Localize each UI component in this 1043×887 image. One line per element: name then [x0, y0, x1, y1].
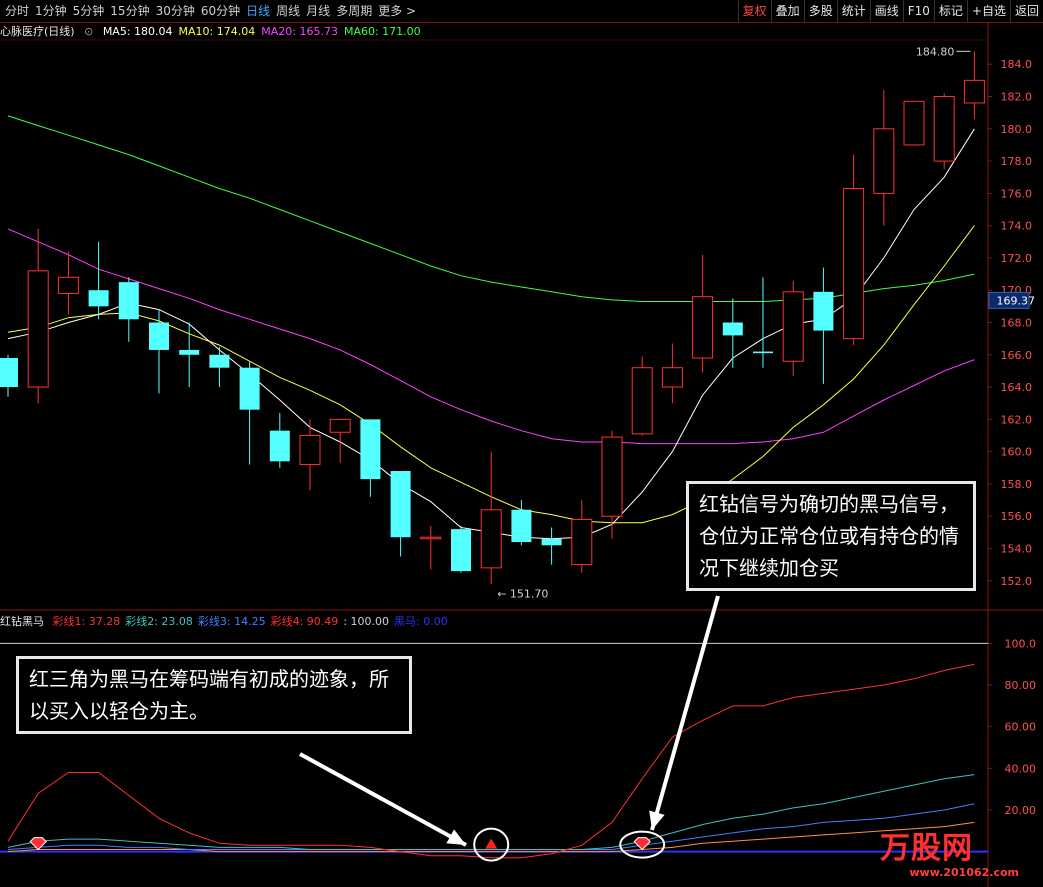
callout-right-text: 红钻信号为确切的黑马信号，仓位为正常仓位或有持仓的情况下继续加仓买 — [699, 492, 959, 580]
candle-body — [692, 296, 714, 359]
ma60-line — [7, 115, 975, 302]
callout-red-triangle: 红三角为黑马在筹码端有初成的迹象，所以买入以轻仓为主。 — [16, 656, 412, 734]
candle-body — [963, 79, 985, 104]
candle-body — [118, 282, 139, 320]
price-tick-label: 172.0 — [1001, 252, 1033, 265]
price-tick-label: 174.0 — [1001, 220, 1033, 233]
callout-red-diamond: 红钻信号为确切的黑马信号，仓位为正常仓位或有持仓的情况下继续加仓买 — [686, 481, 976, 591]
candle-body — [541, 538, 562, 546]
high-price-label: 184.80 — [916, 45, 955, 58]
candle-body — [27, 270, 49, 388]
candle-body — [420, 536, 442, 540]
candle-body — [480, 509, 502, 569]
candle-body — [903, 100, 925, 146]
arrow-to-triangle — [299, 752, 467, 847]
candle-body — [661, 367, 683, 388]
candle-body — [451, 529, 471, 572]
callout-left-text: 红三角为黑马在筹码端有初成的迹象，所以买入以轻仓为主。 — [29, 667, 389, 723]
price-tick-label: 154.0 — [1001, 543, 1033, 556]
price-tick-label: 182.0 — [1001, 91, 1033, 104]
candle-body — [239, 367, 260, 410]
candle-body — [843, 188, 865, 340]
price-tick-label: 166.0 — [1001, 349, 1033, 362]
price-tick-label: 176.0 — [1001, 187, 1033, 200]
price-tick-label: 152.0 — [1001, 575, 1033, 588]
brand-logo: 万股网 — [880, 823, 973, 867]
logo-text: 万股网 — [880, 831, 973, 866]
candle-body — [269, 430, 290, 462]
candle-body — [813, 291, 834, 331]
candle-body — [57, 276, 79, 294]
candle-body — [0, 358, 18, 388]
line2-cyan — [7, 774, 975, 850]
price-tick-label: 180.0 — [1001, 123, 1033, 136]
price-tick-label: 164.0 — [1001, 381, 1033, 394]
ind-tick-label: 40.00 — [1005, 762, 1037, 775]
candle-body — [299, 435, 321, 466]
candle-body — [873, 128, 895, 194]
price-tick-label: 160.0 — [1001, 446, 1033, 459]
red-triangle-icon — [485, 838, 498, 849]
candle-body — [149, 322, 169, 350]
candle-body — [631, 367, 653, 435]
candle-body — [390, 471, 411, 538]
candle-body — [209, 354, 230, 368]
ind-tick-label: 60.00 — [1005, 721, 1037, 734]
price-tick-label: 158.0 — [1001, 478, 1033, 491]
candle-body — [329, 418, 351, 433]
price-tick-label: 184.0 — [1001, 58, 1033, 71]
price-tick-label: 162.0 — [1001, 413, 1033, 426]
ind-tick-label: 20.00 — [1005, 804, 1037, 817]
low-price-label: ← 151.70 — [497, 588, 548, 601]
candle-body — [571, 518, 593, 566]
ind-tick-label: 80.00 — [1005, 679, 1037, 692]
candle-body — [511, 509, 532, 543]
ind-tick-label: 100.0 — [1005, 637, 1037, 650]
brand-url: www.201062.com — [909, 866, 1019, 879]
arrow-to-diamond — [650, 595, 720, 831]
current-price-label: 169.37 — [997, 294, 1036, 307]
price-tick-label: 178.0 — [1001, 155, 1033, 168]
price-tick-label: 168.0 — [1001, 317, 1033, 330]
kline-chart[interactable]: 184.0182.0180.0178.0176.0174.0172.0170.0… — [0, 0, 1043, 887]
candle-body — [88, 290, 109, 307]
price-tick-label: 156.0 — [1001, 510, 1033, 523]
red-diamond-icon — [633, 837, 651, 851]
candle-body — [179, 349, 200, 355]
logo-url-text: www.201062.com — [909, 866, 1019, 879]
candle-body — [601, 436, 623, 517]
candle-body — [753, 351, 773, 354]
candle-body — [722, 322, 743, 336]
candle-body — [933, 96, 955, 162]
candle-body — [360, 419, 381, 480]
candle-body — [782, 291, 804, 362]
